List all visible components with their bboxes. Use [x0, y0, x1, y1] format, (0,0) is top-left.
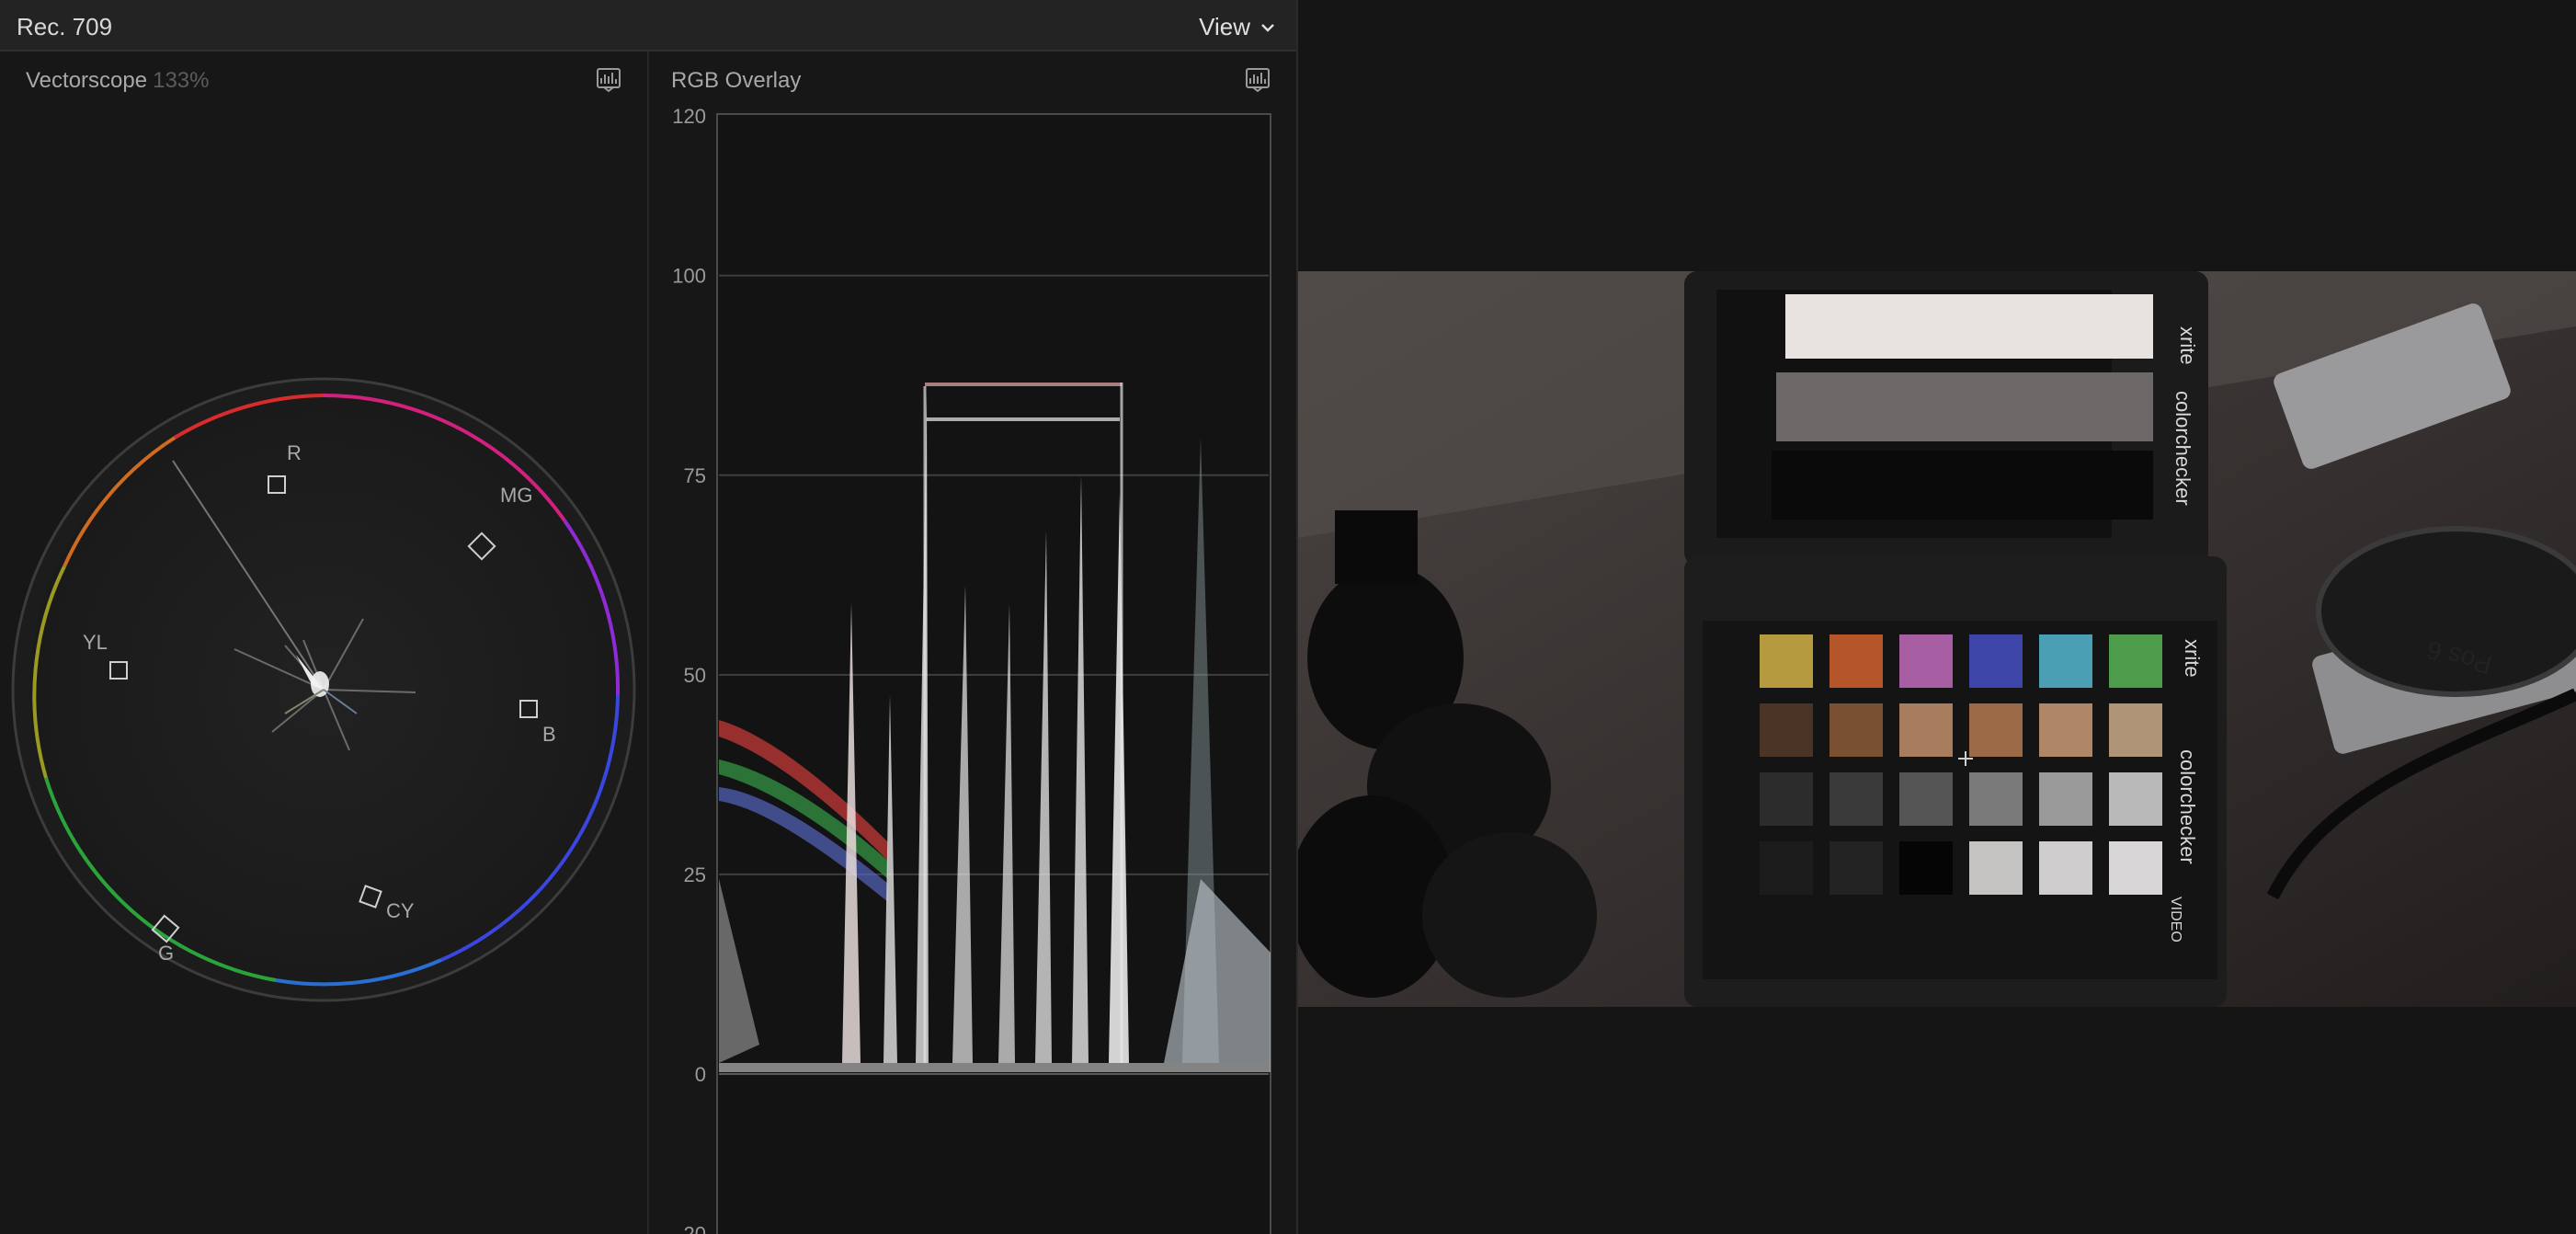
color-patch	[1760, 703, 1813, 757]
viewer-frame: xrite colorchecker xrite colorchecker VI…	[1298, 271, 2576, 1007]
chart-title-bottom: colorchecker	[2176, 749, 2199, 864]
chart-badge: VIDEO	[2168, 897, 2183, 943]
scale-tick-label: 25	[684, 863, 706, 886]
color-patch	[1899, 841, 1953, 895]
scale-tick-label: 75	[684, 464, 706, 487]
target-label-mg: MG	[500, 484, 532, 507]
vectorscope-graph: R MG B CY G YL	[11, 377, 636, 1002]
color-patch	[1899, 703, 1953, 757]
target-label-r: R	[287, 441, 302, 464]
target-label-yl: YL	[83, 631, 108, 654]
color-patch	[2109, 841, 2162, 895]
target-label-b: B	[542, 723, 556, 746]
color-patch	[1969, 634, 2023, 688]
color-patch	[1899, 772, 1953, 826]
waveform-graph: 120 100 75 50 25 0 -20	[672, 105, 1271, 1234]
color-patch	[1829, 703, 1883, 757]
scale-tick-label: 50	[684, 664, 706, 687]
color-patch	[2109, 772, 2162, 826]
color-patch	[2039, 772, 2092, 826]
scopes-panel: Rec. 709 View Vectorscope 133% R MG B CY…	[0, 0, 1296, 1234]
color-patch	[1760, 772, 1813, 826]
chart-brand-top: xrite	[2176, 326, 2199, 365]
color-patch	[1969, 841, 2023, 895]
color-patch	[2109, 703, 2162, 757]
color-patch	[1899, 634, 1953, 688]
color-patch	[2039, 841, 2092, 895]
scale-tick-label: 120	[672, 105, 706, 128]
color-patch	[1760, 841, 1813, 895]
chart-title-top: colorchecker	[2171, 391, 2194, 506]
color-patch	[1969, 772, 2023, 826]
colorchecker-chart: xrite colorchecker xrite colorchecker VI…	[1684, 271, 2227, 1007]
color-patch	[2039, 703, 2092, 757]
vectorscope-panel: Vectorscope 133% R MG B CY G YL	[0, 51, 647, 1234]
color-patch	[1829, 841, 1883, 895]
chevron-down-icon	[1261, 23, 1274, 32]
scale-tick-label: 0	[695, 1063, 706, 1086]
color-patch	[1760, 634, 1813, 688]
color-patch	[1829, 772, 1883, 826]
video-viewer[interactable]: xrite colorchecker xrite colorchecker VI…	[1298, 0, 2576, 1234]
color-patch	[2039, 634, 2092, 688]
scale-tick-label: 100	[672, 265, 706, 288]
waveform-panel: RGB Overlay 1201007550250-20	[649, 51, 1296, 1234]
target-label-g: G	[158, 942, 174, 965]
chart-brand-bottom: xrite	[2181, 639, 2204, 678]
color-patch	[2109, 634, 2162, 688]
view-menu-label: View	[1199, 13, 1250, 40]
target-label-cy: CY	[386, 899, 415, 922]
color-patch	[1829, 634, 1883, 688]
view-menu-button[interactable]: View	[1199, 13, 1276, 41]
color-patch	[1969, 703, 2023, 757]
scope-standard-title: Rec. 709	[17, 13, 113, 40]
scope-header-bar: Rec. 709 View	[0, 0, 1296, 51]
scale-tick-label: -20	[677, 1223, 706, 1234]
